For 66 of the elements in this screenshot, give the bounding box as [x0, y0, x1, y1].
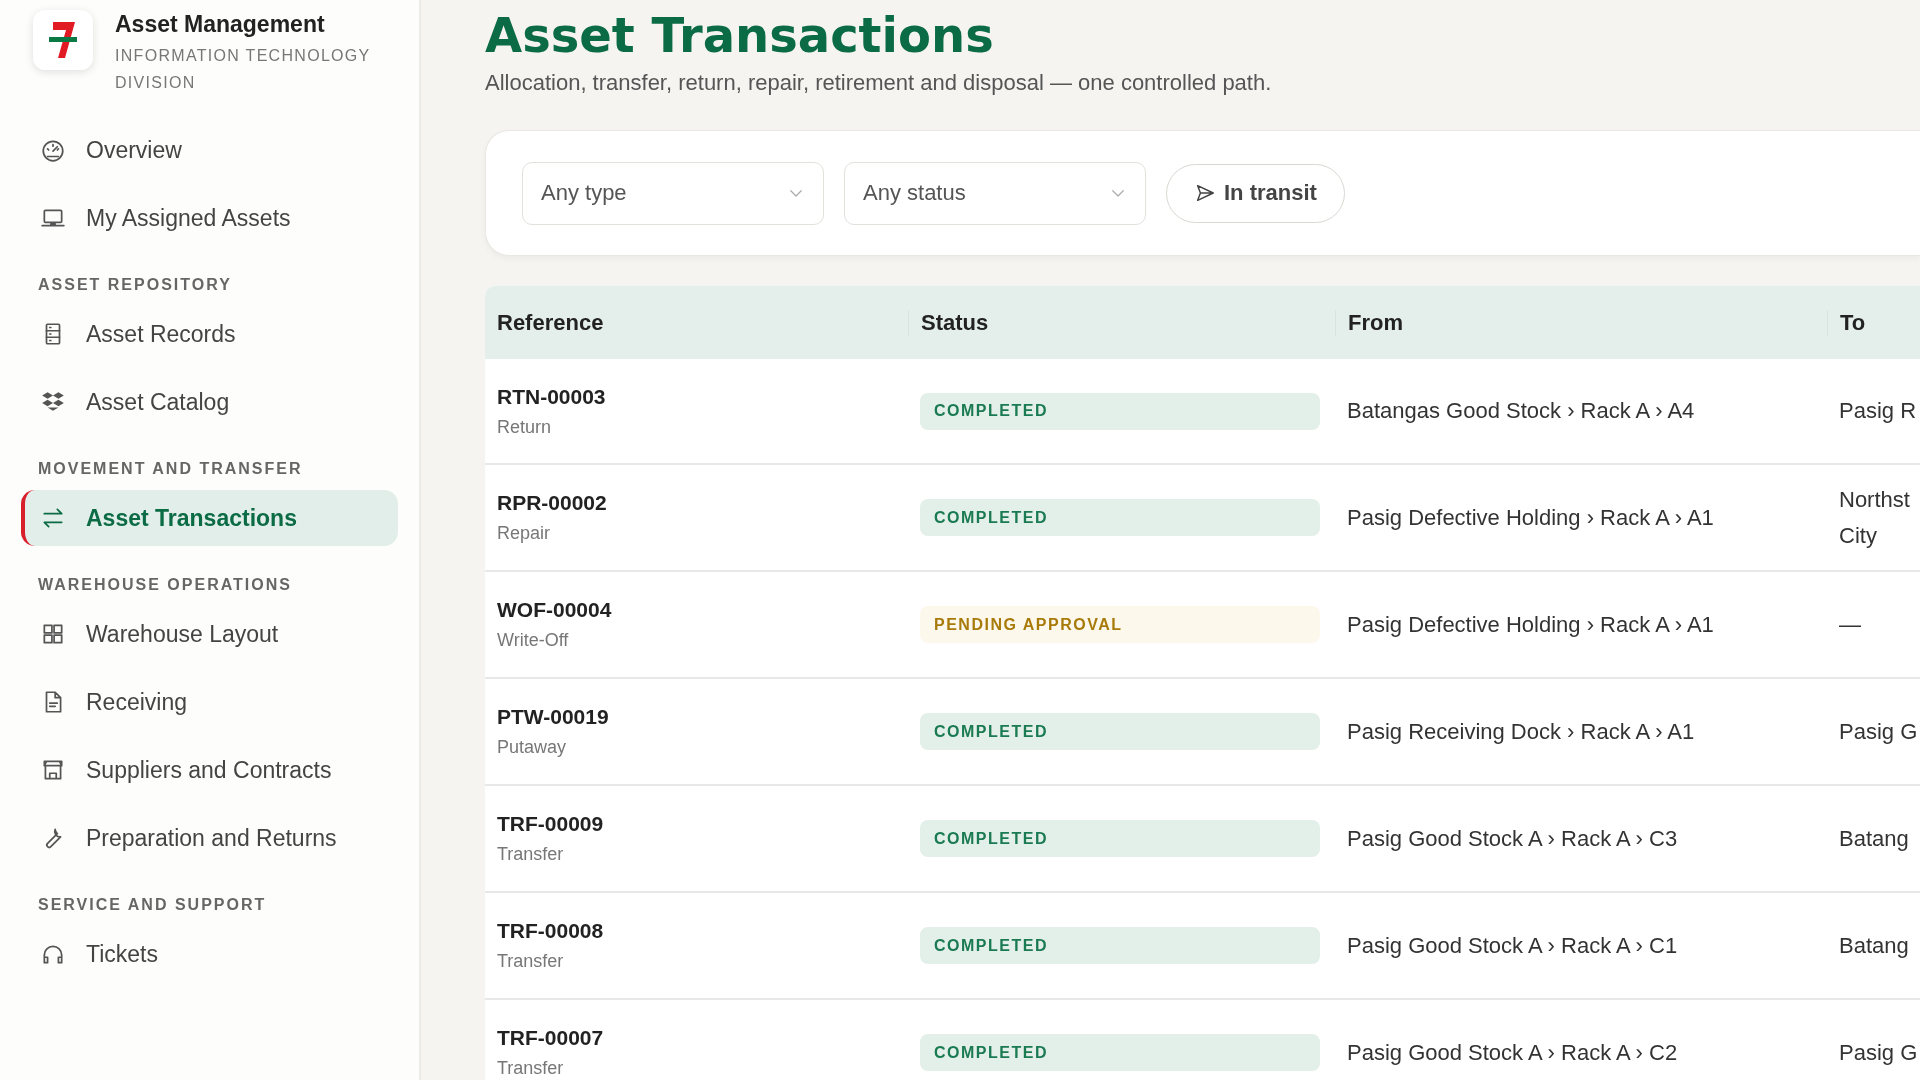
location-text: Pasig Good Stock A › Rack A › C1 — [1347, 931, 1679, 960]
column-header: Reference — [496, 309, 605, 336]
location-text: Pasig Good Stock A › Rack A › C3 — [1347, 824, 1679, 853]
location-text: Pasig G — [1839, 1038, 1919, 1067]
column-header: Status — [908, 309, 1335, 336]
location-text: — — [1839, 610, 1862, 639]
location-text: Pasig R — [1839, 397, 1918, 426]
nav-item[interactable]: My Assigned Assets — [21, 190, 398, 246]
type-text: Transfer — [497, 844, 565, 866]
status-badge: COMPLETED — [920, 927, 1320, 965]
section-heading: ASSET REPOSITORY — [38, 276, 233, 294]
reference-text: TRF-00008 — [497, 919, 605, 944]
dropdown-value: Any status — [863, 180, 966, 207]
column-header: To — [1827, 309, 1920, 336]
nav-item[interactable]: Preparation and Returns — [21, 810, 398, 866]
reference-text: WOF-00004 — [497, 598, 613, 623]
location-text: Batang — [1839, 824, 1910, 853]
location-text: Pasig Defective Holding › Rack A › A1 — [1347, 610, 1715, 639]
nav-item[interactable]: Warehouse Layout — [21, 606, 398, 662]
type-text: Putaway — [497, 737, 568, 759]
status-badge: PENDING APPROVAL — [920, 606, 1320, 644]
location-text: Pasig Receiving Dock › Rack A › A1 — [1347, 717, 1696, 746]
nav-item[interactable]: Overview — [21, 122, 398, 178]
type-text: Write-Off — [497, 630, 570, 652]
page-subtitle: Allocation, transfer, return, repair, retirement and disposal — one controlled path. — [485, 70, 1273, 96]
reference-text: TRF-00007 — [497, 1026, 605, 1051]
location-text: Pasig G — [1839, 717, 1919, 746]
store-icon — [40, 757, 66, 783]
nav-item[interactable]: Asset Transactions — [21, 490, 398, 546]
page-title: Asset Transactions — [485, 6, 995, 64]
gauge-icon — [40, 137, 66, 163]
section-heading: SERVICE AND SUPPORT — [38, 896, 268, 914]
section-heading: MOVEMENT AND TRANSFER — [38, 460, 304, 478]
type-text: Transfer — [497, 951, 565, 973]
nav-item[interactable]: Receiving — [21, 674, 398, 730]
location-text: Northst City — [1839, 485, 1911, 550]
location-text: Pasig Defective Holding › Rack A › A1 — [1347, 503, 1715, 532]
nav-item[interactable]: Tickets — [21, 926, 398, 982]
nav-item[interactable]: Asset Catalog — [21, 374, 398, 430]
type-text: Transfer — [497, 1058, 565, 1080]
dropdown[interactable]: Any type — [522, 161, 824, 225]
location-text: Batangas Good Stock › Rack A › A4 — [1347, 397, 1696, 426]
column-header: From — [1335, 309, 1827, 336]
in-transit-button[interactable]: In transit — [1166, 163, 1345, 223]
section-heading: WAREHOUSE OPERATIONS — [38, 576, 293, 594]
dropdown[interactable]: Any status — [844, 161, 1146, 225]
reference-text: PTW-00019 — [497, 705, 610, 730]
nav-item[interactable]: Asset Records — [21, 306, 398, 362]
type-text: Return — [497, 416, 553, 438]
reference-text: RTN-00003 — [497, 384, 607, 409]
status-badge: COMPLETED — [920, 820, 1320, 858]
status-badge: COMPLETED — [920, 713, 1320, 751]
status-badge: COMPLETED — [920, 392, 1320, 430]
location-text: Batang — [1839, 931, 1910, 960]
reference-text: RPR-00002 — [497, 491, 608, 516]
nav-item[interactable]: Suppliers and Contracts — [21, 742, 398, 798]
app-subtitle: INFORMATION TECHNOLOGY DIVISION — [115, 46, 372, 93]
grid-icon — [40, 621, 66, 647]
status-badge: COMPLETED — [920, 499, 1320, 537]
reference-text: TRF-00009 — [497, 812, 605, 837]
type-text: Repair — [497, 523, 552, 545]
app-title: Asset Management — [115, 10, 326, 38]
logo-icon — [33, 10, 93, 70]
location-text: Pasig Good Stock A › Rack A › C2 — [1347, 1038, 1679, 1067]
dropdown-value: Any type — [541, 180, 627, 207]
status-badge: COMPLETED — [920, 1034, 1320, 1072]
